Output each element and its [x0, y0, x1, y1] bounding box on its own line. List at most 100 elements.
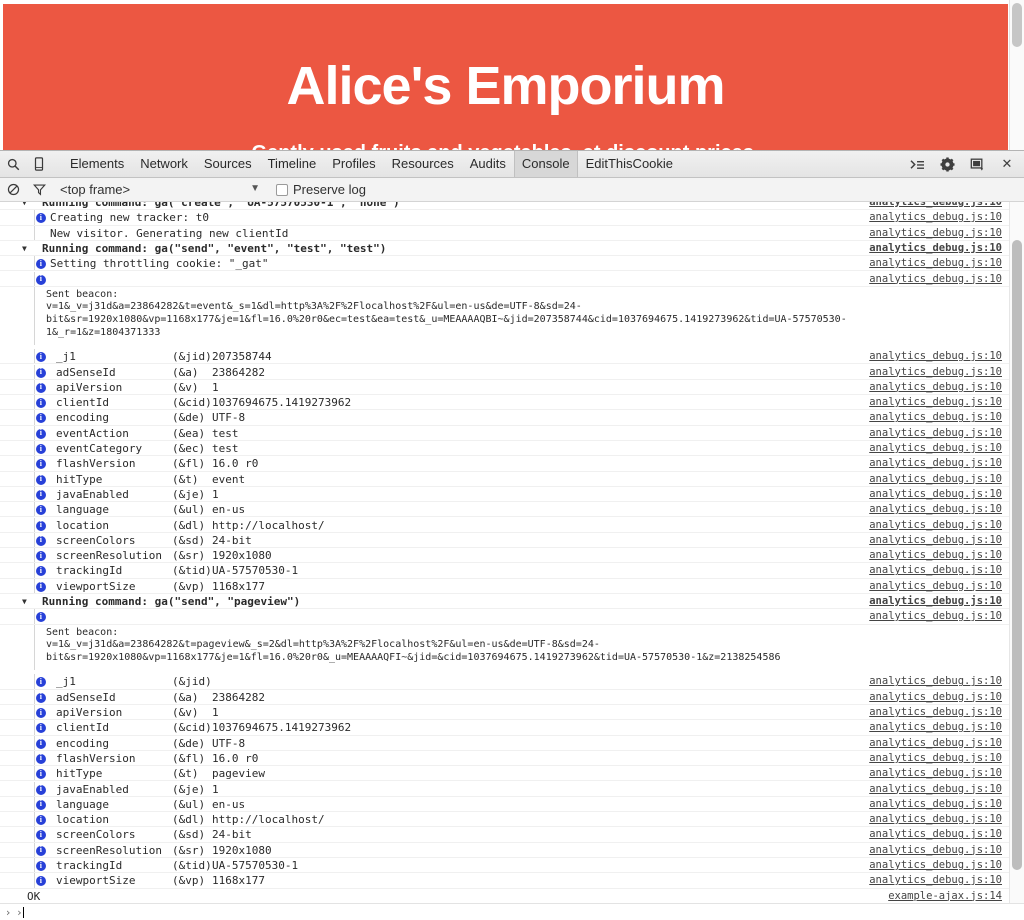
- beacon-param-row[interactable]: _j1 (&jid)207358744 analytics_debug.js:10: [0, 349, 1024, 365]
- tab-audits[interactable]: Audits: [462, 151, 514, 177]
- page-scrollbar-thumb[interactable]: [1012, 3, 1022, 47]
- beacon-param-row[interactable]: eventAction (&ea) test analytics_debug.js:1…: [0, 425, 1024, 441]
- source-link[interactable]: analytics_debug.js:10: [869, 548, 1002, 563]
- source-link[interactable]: analytics_debug.js:10: [869, 579, 1002, 594]
- console-drawer-icon[interactable]: [904, 151, 930, 177]
- beacon-param-row[interactable]: clientId (&cid)1037694675.1419273962 analy…: [0, 720, 1024, 736]
- beacon-param-row[interactable]: viewportSize (&vp) 1168x177 analytics_debug…: [0, 578, 1024, 594]
- beacon-param-row[interactable]: trackingId (&tid)UA-57570530-1 analytics_d…: [0, 563, 1024, 579]
- beacon-param-row[interactable]: viewportSize (&vp) 1168x177 analytics_debug…: [0, 873, 1024, 889]
- beacon-param-row[interactable]: language (&ul) en-us analytics_debug.js:10: [0, 796, 1024, 813]
- group-disclosure-triangle[interactable]: ▼: [22, 241, 27, 256]
- source-link[interactable]: analytics_debug.js:10: [869, 705, 1002, 720]
- source-link[interactable]: analytics_debug.js:10: [869, 441, 1002, 456]
- source-link[interactable]: analytics_debug.js:10: [869, 487, 1002, 502]
- page-scrollbar[interactable]: [1009, 0, 1024, 150]
- beacon-param-row[interactable]: screenColors (&sd) 24-bit analytics_debug.j…: [0, 827, 1024, 843]
- source-link[interactable]: analytics_debug.js:10: [869, 380, 1002, 395]
- group-disclosure-triangle[interactable]: ▼: [22, 594, 27, 609]
- console-group-header[interactable]: ▼ Running command: ga("send", "pageview")…: [0, 594, 1024, 610]
- source-link[interactable]: analytics_debug.js:10: [869, 609, 1002, 624]
- device-toggle-icon[interactable]: [26, 151, 52, 177]
- source-link[interactable]: analytics_debug.js:10: [869, 456, 1002, 471]
- source-link[interactable]: analytics_debug.js:10: [869, 210, 1002, 225]
- beacon-param-row[interactable]: location (&dl) http://localhost/analytics_…: [0, 812, 1024, 828]
- gear-icon[interactable]: [934, 151, 960, 177]
- source-link[interactable]: analytics_debug.js:10: [869, 766, 1002, 781]
- console-prompt[interactable]: › ›: [0, 903, 1024, 920]
- beacon-param-row[interactable]: hitType (&t) event analytics_debug.js:10: [0, 471, 1024, 487]
- beacon-param-row[interactable]: adSenseId (&a) 23864282 analytics_debug.js:…: [0, 689, 1024, 705]
- source-link[interactable]: analytics_debug.js:10: [869, 736, 1002, 751]
- source-link[interactable]: analytics_debug.js:10: [869, 202, 1002, 210]
- beacon-param-row[interactable]: screenResolution (&sr) 1920x1080 analytics_…: [0, 842, 1024, 858]
- console-scrollbar[interactable]: [1009, 202, 1024, 904]
- console-message-row[interactable]: Setting throttling cookie: "_gat" analyti…: [0, 256, 1024, 272]
- source-link[interactable]: analytics_debug.js:10: [869, 241, 1002, 256]
- beacon-param-row[interactable]: trackingId (&tid)UA-57570530-1 analytics_d…: [0, 858, 1024, 874]
- source-link[interactable]: analytics_debug.js:10: [869, 349, 1002, 364]
- source-link[interactable]: analytics_debug.js:10: [869, 751, 1002, 766]
- beacon-param-row[interactable]: language (&ul) en-us analytics_debug.js:10: [0, 502, 1024, 518]
- beacon-param-row[interactable]: location (&dl) http://localhost/analytics_…: [0, 517, 1024, 533]
- beacon-param-row[interactable]: hitType (&t) pageview analytics_debug.js:10: [0, 766, 1024, 782]
- source-link[interactable]: analytics_debug.js:10: [869, 594, 1002, 609]
- source-link[interactable]: analytics_debug.js:10: [869, 858, 1002, 873]
- beacon-param-row[interactable]: apiVersion (&v) 1 analytics_debug.js:10: [0, 379, 1024, 396]
- beacon-param-row[interactable]: screenColors (&sd) 24-bit analytics_debug.j…: [0, 532, 1024, 549]
- beacon-param-row[interactable]: javaEnabled (&je) 1 analytics_debug.js:10: [0, 486, 1024, 503]
- beacon-param-row[interactable]: _j1 (&jid) analytics_debug.js:10: [0, 674, 1024, 690]
- source-link[interactable]: example-ajax.js:14: [888, 889, 1002, 904]
- source-link[interactable]: analytics_debug.js:10: [869, 843, 1002, 858]
- beacon-param-row[interactable]: screenResolution (&sr) 1920x1080 analytics_…: [0, 548, 1024, 564]
- source-link[interactable]: analytics_debug.js:10: [869, 797, 1002, 812]
- search-icon[interactable]: [0, 151, 26, 177]
- beacon-param-row[interactable]: javaEnabled (&je) 1 analytics_debug.js:10: [0, 781, 1024, 797]
- console-scrollbar-thumb[interactable]: [1012, 240, 1022, 870]
- tab-elements[interactable]: Elements: [62, 151, 132, 177]
- console-message-row[interactable]: New visitor. Generating new clientId anal…: [0, 225, 1024, 241]
- source-link[interactable]: analytics_debug.js:10: [869, 472, 1002, 487]
- console-message-list[interactable]: ▼ Running command: ga("create", "UA-57570…: [0, 202, 1024, 904]
- source-link[interactable]: analytics_debug.js:10: [869, 272, 1002, 287]
- source-link[interactable]: analytics_debug.js:10: [869, 827, 1002, 842]
- preserve-log-checkbox[interactable]: [276, 183, 288, 196]
- tab-console[interactable]: Console: [513, 151, 578, 177]
- source-link[interactable]: analytics_debug.js:10: [869, 563, 1002, 578]
- tab-timeline[interactable]: Timeline: [260, 151, 325, 177]
- beacon-param-row[interactable]: clientId (&cid)1037694675.1419273962 analy…: [0, 395, 1024, 411]
- source-link[interactable]: analytics_debug.js:10: [869, 873, 1002, 888]
- tab-network[interactable]: Network: [132, 151, 196, 177]
- beacon-param-row[interactable]: apiVersion (&v) 1 analytics_debug.js:10: [0, 705, 1024, 721]
- source-link[interactable]: analytics_debug.js:10: [869, 226, 1002, 241]
- group-disclosure-triangle[interactable]: ▼: [22, 202, 27, 210]
- source-link[interactable]: analytics_debug.js:10: [869, 720, 1002, 735]
- tab-editthiscookie[interactable]: EditThisCookie: [578, 151, 681, 177]
- close-icon[interactable]: ✕: [994, 151, 1020, 177]
- beacon-param-row[interactable]: eventCategory (&ec) test analytics_debug.js…: [0, 441, 1024, 457]
- source-link[interactable]: analytics_debug.js:10: [869, 782, 1002, 797]
- clear-console-icon[interactable]: [0, 177, 26, 203]
- beacon-param-row[interactable]: encoding (&de) UTF-8 analytics_debug.js:10: [0, 735, 1024, 751]
- console-message-row[interactable]: Creating new tracker: t0 analytics_debug.…: [0, 210, 1024, 226]
- source-link[interactable]: analytics_debug.js:10: [869, 812, 1002, 827]
- beacon-param-row[interactable]: flashVersion (&fl) 16.0 r0 analytics_debug.…: [0, 750, 1024, 767]
- tab-sources[interactable]: Sources: [196, 151, 260, 177]
- beacon-param-row[interactable]: flashVersion (&fl) 16.0 r0 analytics_debug.…: [0, 456, 1024, 472]
- source-link[interactable]: analytics_debug.js:10: [869, 395, 1002, 410]
- console-message-row[interactable]: analytics_debug.js:10: [0, 271, 1024, 287]
- console-group-header[interactable]: ▼ Running command: ga("send", "event", "t…: [0, 241, 1024, 257]
- source-link[interactable]: analytics_debug.js:10: [869, 518, 1002, 533]
- console-result-row[interactable]: OK example-ajax.js:14: [0, 889, 1024, 904]
- source-link[interactable]: analytics_debug.js:10: [869, 365, 1002, 380]
- source-link[interactable]: analytics_debug.js:10: [869, 256, 1002, 271]
- source-link[interactable]: analytics_debug.js:10: [869, 690, 1002, 705]
- source-link[interactable]: analytics_debug.js:10: [869, 533, 1002, 548]
- console-group-header[interactable]: ▼ Running command: ga("create", "UA-57570…: [0, 202, 1024, 211]
- tab-resources[interactable]: Resources: [384, 151, 462, 177]
- tab-profiles[interactable]: Profiles: [324, 151, 383, 177]
- source-link[interactable]: analytics_debug.js:10: [869, 674, 1002, 689]
- preserve-log-toggle[interactable]: Preserve log: [276, 182, 366, 197]
- source-link[interactable]: analytics_debug.js:10: [869, 410, 1002, 425]
- source-link[interactable]: analytics_debug.js:10: [869, 502, 1002, 517]
